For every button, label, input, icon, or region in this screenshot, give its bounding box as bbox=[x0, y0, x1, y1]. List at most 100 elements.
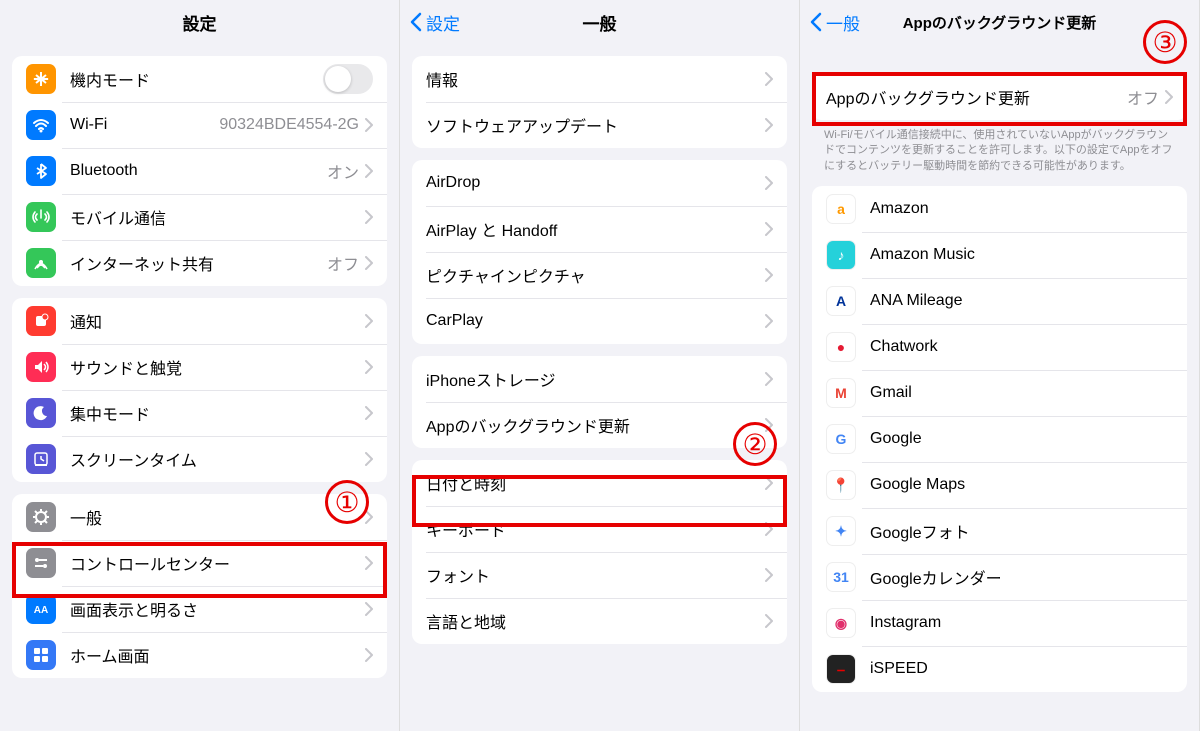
row-label: スクリーンタイム bbox=[70, 447, 365, 471]
app-row[interactable]: ⎯iSPEED bbox=[812, 646, 1187, 692]
settings-row[interactable]: スクリーンタイム bbox=[12, 436, 387, 482]
row-label: AirDrop bbox=[426, 174, 765, 192]
app-row[interactable]: AANA Mileage bbox=[812, 278, 1187, 324]
chevron-right-icon bbox=[765, 314, 773, 328]
general-row[interactable]: ソフトウェアアップデート bbox=[412, 102, 787, 148]
app-row[interactable]: ✦Googleフォト bbox=[812, 508, 1187, 554]
general-row[interactable]: iPhoneストレージ bbox=[412, 356, 787, 402]
app-row[interactable]: MGmail bbox=[812, 370, 1187, 416]
app-row[interactable]: ♪Amazon Music bbox=[812, 232, 1187, 278]
settings-row[interactable]: 集中モード bbox=[12, 390, 387, 436]
row-label: Appのバックグラウンド更新 bbox=[426, 413, 765, 437]
settings-row[interactable]: Wi-Fi90324BDE4554-2G bbox=[12, 102, 387, 148]
page-title: Appのバックグラウンド更新 bbox=[903, 12, 1097, 33]
settings-row[interactable]: インターネット共有オフ bbox=[12, 240, 387, 286]
row-value: オフ bbox=[1127, 85, 1159, 109]
back-label: 設定 bbox=[426, 10, 460, 35]
settings-row[interactable]: 一般 bbox=[12, 494, 387, 540]
general-row[interactable]: 情報 bbox=[412, 56, 787, 102]
chevron-right-icon bbox=[365, 602, 373, 616]
app-row[interactable]: a Amazon bbox=[812, 186, 1187, 232]
chevron-right-icon bbox=[765, 476, 773, 490]
general-icon bbox=[26, 502, 56, 532]
home-icon bbox=[26, 640, 56, 670]
chevron-right-icon bbox=[765, 222, 773, 236]
settings-row[interactable]: 機内モード bbox=[12, 56, 387, 102]
row-label: CarPlay bbox=[426, 312, 765, 330]
row-label: 情報 bbox=[426, 67, 765, 91]
back-button[interactable]: 設定 bbox=[410, 10, 460, 35]
app-icon: a bbox=[826, 194, 856, 224]
row-label: 一般 bbox=[70, 505, 365, 529]
app-name: Google Maps bbox=[870, 476, 1173, 494]
app-row[interactable]: ●Chatwork bbox=[812, 324, 1187, 370]
settings-row[interactable]: 通知 bbox=[12, 298, 387, 344]
focus-icon bbox=[26, 398, 56, 428]
toggle-switch[interactable] bbox=[323, 64, 373, 94]
row-label: サウンドと触覚 bbox=[70, 355, 365, 379]
screentime-icon bbox=[26, 444, 56, 474]
chevron-right-icon bbox=[365, 210, 373, 224]
chevron-right-icon bbox=[765, 268, 773, 282]
app-name: Amazon bbox=[870, 200, 1173, 218]
app-icon: ⎯ bbox=[826, 654, 856, 684]
bg-refresh-screen: 一般 Appのバックグラウンド更新 Appのバックグラウンド更新 オフ Wi-F… bbox=[800, 0, 1200, 731]
settings-row[interactable]: ホーム画面 bbox=[12, 632, 387, 678]
general-row[interactable]: フォント bbox=[412, 552, 787, 598]
settings-row[interactable]: AA画面表示と明るさ bbox=[12, 586, 387, 632]
settings-row[interactable]: コントロールセンター bbox=[12, 540, 387, 586]
settings-row[interactable]: モバイル通信 bbox=[12, 194, 387, 240]
app-icon: 31 bbox=[826, 562, 856, 592]
general-row[interactable]: 言語と地域 bbox=[412, 598, 787, 644]
app-icon: M bbox=[826, 378, 856, 408]
general-row[interactable]: キーボード bbox=[412, 506, 787, 552]
app-icon: ♪ bbox=[826, 240, 856, 270]
general-row[interactable]: AirDrop bbox=[412, 160, 787, 206]
row-label: 集中モード bbox=[70, 401, 365, 425]
page-title: 一般 bbox=[583, 10, 617, 35]
settings-screen: 設定 機内モードWi-Fi90324BDE4554-2GBluetoothオンモ… bbox=[0, 0, 400, 731]
settings-row[interactable]: サウンドと触覚 bbox=[12, 344, 387, 390]
app-name: ANA Mileage bbox=[870, 292, 1173, 310]
row-label: 画面表示と明るさ bbox=[70, 597, 365, 621]
chevron-right-icon bbox=[365, 256, 373, 270]
general-row[interactable]: ピクチャインピクチャ bbox=[412, 252, 787, 298]
row-label: ソフトウェアアップデート bbox=[426, 113, 765, 137]
row-label: 機内モード bbox=[70, 67, 323, 91]
row-label: フォント bbox=[426, 563, 765, 587]
wifi-icon bbox=[26, 110, 56, 140]
row-label: ピクチャインピクチャ bbox=[426, 263, 765, 287]
app-name: Google bbox=[870, 430, 1173, 448]
back-label: 一般 bbox=[826, 10, 860, 35]
app-row[interactable]: 31Googleカレンダー bbox=[812, 554, 1187, 600]
chevron-right-icon bbox=[1165, 90, 1173, 104]
chevron-right-icon bbox=[765, 176, 773, 190]
app-row[interactable]: 📍Google Maps bbox=[812, 462, 1187, 508]
app-icon: ◉ bbox=[826, 608, 856, 638]
app-row[interactable]: ◉Instagram bbox=[812, 600, 1187, 646]
row-label: Bluetooth bbox=[70, 162, 327, 180]
chevron-right-icon bbox=[365, 360, 373, 374]
cellular-icon bbox=[26, 202, 56, 232]
general-row[interactable]: Appのバックグラウンド更新 bbox=[412, 402, 787, 448]
row-label: 通知 bbox=[70, 309, 365, 333]
app-icon: G bbox=[826, 424, 856, 454]
row-label: Appのバックグラウンド更新 bbox=[826, 85, 1127, 109]
general-row[interactable]: AirPlay と Handoff bbox=[412, 206, 787, 252]
chevron-right-icon bbox=[365, 164, 373, 178]
bg-refresh-master-row[interactable]: Appのバックグラウンド更新 オフ bbox=[812, 74, 1187, 120]
row-value: 90324BDE4554-2G bbox=[219, 116, 359, 134]
settings-row[interactable]: Bluetoothオン bbox=[12, 148, 387, 194]
app-row[interactable]: G Google bbox=[812, 416, 1187, 462]
chevron-right-icon bbox=[365, 406, 373, 420]
row-label: モバイル通信 bbox=[70, 205, 365, 229]
app-name: Chatwork bbox=[870, 338, 1173, 356]
row-label: インターネット共有 bbox=[70, 251, 327, 275]
chevron-right-icon bbox=[365, 452, 373, 466]
general-row[interactable]: 日付と時刻 bbox=[412, 460, 787, 506]
row-value: オフ bbox=[327, 251, 359, 275]
general-screen: 設定 一般 情報ソフトウェアアップデート AirDrop AirPlay と Han… bbox=[400, 0, 800, 731]
back-button[interactable]: 一般 bbox=[810, 10, 860, 35]
row-label: iPhoneストレージ bbox=[426, 367, 765, 391]
general-row[interactable]: CarPlay bbox=[412, 298, 787, 344]
